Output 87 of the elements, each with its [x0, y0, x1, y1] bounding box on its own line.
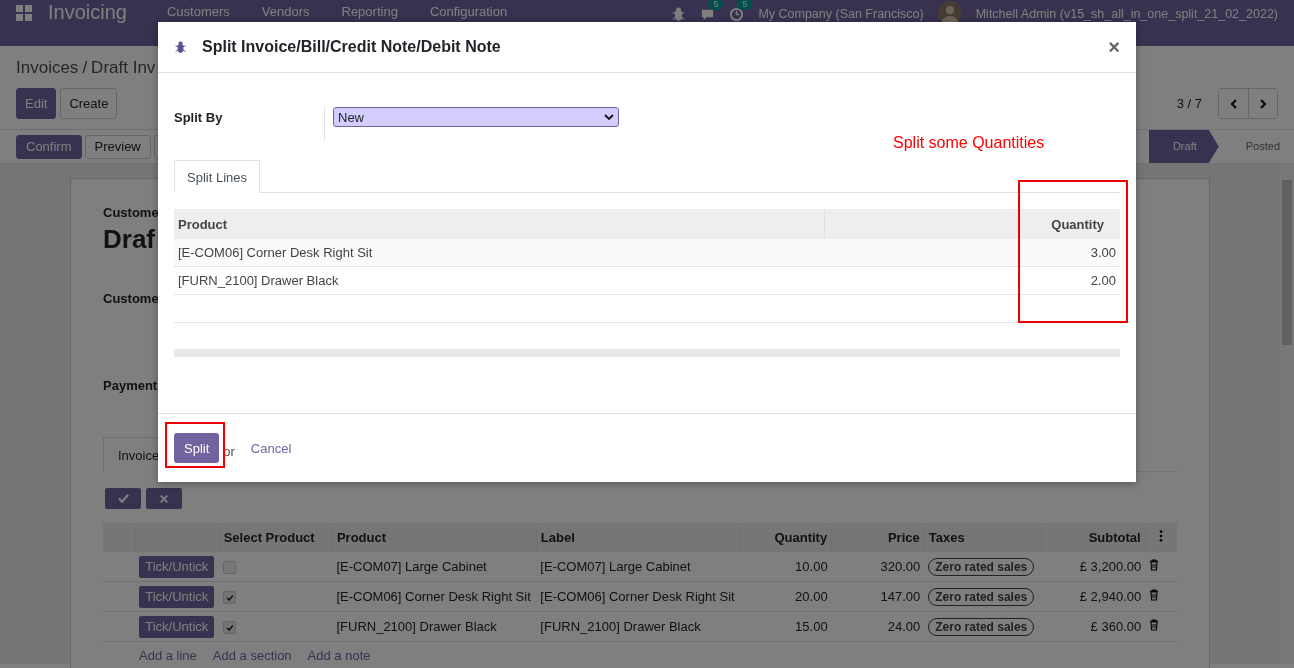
edit-button[interactable]: Edit	[16, 88, 57, 119]
annotation-text: Split some Quantities	[893, 134, 1045, 152]
column-header[interactable]: Product	[332, 523, 537, 552]
table-cell: [E-COM06] Corner Desk Right Sit	[540, 589, 735, 604]
checkbox[interactable]	[223, 621, 237, 635]
column-header[interactable]: Price	[831, 523, 925, 552]
company-switcher[interactable]: My Company (San Francisco)	[758, 7, 924, 21]
action-button[interactable]: Confirm	[16, 134, 82, 159]
split-button[interactable]: Split	[174, 433, 220, 463]
table-cell: [E-COM07] Large Cabinet	[336, 559, 487, 574]
tick-untick-button[interactable]: Tick/Untick	[139, 615, 215, 638]
menu-item[interactable]: Customers	[166, 4, 230, 19]
field-label: Custome	[103, 205, 159, 220]
field-label: Split By	[174, 109, 224, 125]
app-title[interactable]: Invoicing	[48, 1, 127, 24]
column-header[interactable]: Label	[536, 523, 741, 552]
pager-value: 3 / 7	[1176, 96, 1202, 111]
trash-icon[interactable]	[1149, 589, 1160, 601]
add-link[interactable]: Add a line	[139, 648, 197, 663]
tick-untick-button[interactable]: Tick/Untick	[139, 555, 215, 578]
table-cell: 147.00	[880, 589, 921, 604]
tick-all-button[interactable]	[105, 488, 141, 509]
table-cell: 20.00	[795, 589, 828, 604]
menu-item[interactable]: Vendors	[261, 4, 310, 19]
table-cell: [E-COM06] Corner Desk Right Sit	[178, 245, 373, 260]
clock-icon[interactable]	[729, 6, 745, 22]
cancel-link[interactable]: Cancel	[250, 440, 292, 456]
highlight-frame	[165, 422, 225, 468]
table-cell: £ 360.00	[1090, 619, 1142, 634]
notification-badge: 5	[708, 0, 724, 10]
add-link[interactable]: Add a note	[307, 648, 371, 663]
breadcrumb-current: Draft Inv	[91, 58, 156, 78]
dialog-title: Split Invoice/Bill/Credit Note/Debit Note	[202, 38, 501, 56]
next-button[interactable]	[1248, 89, 1277, 118]
tick-untick-button[interactable]: Tick/Untick	[139, 585, 215, 608]
table-cell: 2.00	[1090, 273, 1116, 288]
breadcrumb-link[interactable]: Invoices	[16, 58, 79, 78]
apps-grid-icon[interactable]	[16, 5, 32, 21]
table-cell: £ 2,940.00	[1079, 589, 1142, 604]
table-cell: 10.00	[795, 559, 828, 574]
kebab-menu-icon[interactable]	[1159, 530, 1164, 542]
column-header[interactable]: Subtotal	[1041, 523, 1146, 552]
split-by-select[interactable]: New	[333, 107, 619, 127]
table-cell: [FURN_2100] Drawer Black	[336, 619, 497, 634]
status-step[interactable]: Draft	[1148, 130, 1219, 163]
trash-icon[interactable]	[1149, 619, 1160, 631]
table-cell: 3.00	[1090, 245, 1116, 260]
checkmark-icon	[225, 593, 234, 602]
chevron-left-icon	[1228, 98, 1239, 109]
invoice-title: Draf	[103, 224, 155, 255]
checkbox[interactable]	[223, 591, 237, 605]
field-label: Payment	[103, 378, 158, 393]
table-cell: [E-COM07] Large Cabinet	[540, 559, 691, 574]
table-cell: 320.00	[880, 559, 921, 574]
notification-badge: 5	[737, 0, 753, 10]
table-cell: [FURN_2100] Drawer Black	[178, 273, 339, 288]
add-link[interactable]: Add a section	[212, 648, 292, 663]
caret-icon	[604, 114, 614, 120]
table-cell: 15.00	[795, 619, 828, 634]
status-step[interactable]: Posted	[1221, 130, 1294, 163]
checkmark-icon	[117, 493, 129, 504]
bug-icon	[174, 40, 187, 54]
table-cell: £ 3,200.00	[1079, 559, 1142, 574]
checkbox[interactable]	[223, 561, 237, 575]
bug-icon[interactable]	[671, 6, 687, 22]
table-cell: 24.00	[887, 619, 921, 634]
trash-icon[interactable]	[1149, 559, 1160, 571]
menu-item[interactable]: Reporting	[341, 4, 398, 19]
column-header[interactable]: Quantity	[1021, 209, 1120, 239]
close-button[interactable]: ×	[1108, 35, 1120, 59]
column-header[interactable]: Taxes	[924, 523, 1042, 552]
field-label: Custome	[103, 291, 159, 306]
table-cell: [E-COM06] Corner Desk Right Sit	[336, 589, 531, 604]
cross-icon	[159, 493, 169, 504]
chevron-right-icon	[1258, 98, 1268, 109]
table-cell: [FURN_2100] Drawer Black	[540, 619, 701, 634]
checkmark-icon	[225, 623, 234, 632]
column-header[interactable]: Quantity	[740, 523, 832, 552]
create-button[interactable]: Create	[60, 88, 118, 119]
column-header[interactable]: Select Product	[219, 523, 333, 552]
menu-item[interactable]: Configuration	[429, 4, 508, 19]
user-menu[interactable]: Mitchell Admin (v15_sh_all_in_one_split_21_02_2022)	[975, 7, 1278, 21]
column-header[interactable]: Product	[174, 209, 825, 239]
action-button[interactable]: Preview	[84, 134, 151, 159]
breadcrumb-separator: /	[82, 58, 88, 78]
untick-all-button[interactable]	[146, 488, 182, 509]
tab[interactable]: Split Lines	[174, 160, 260, 193]
